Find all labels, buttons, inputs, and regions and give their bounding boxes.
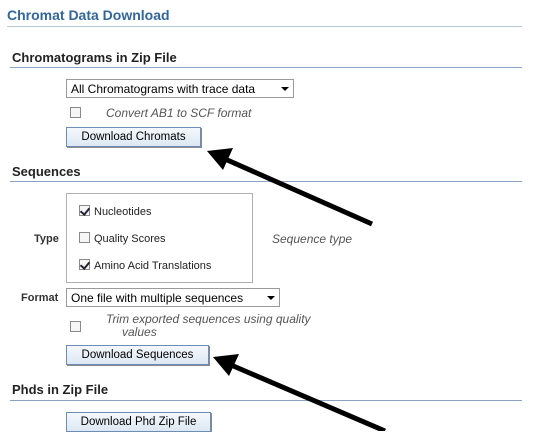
annotation-arrows: [207, 148, 386, 431]
arrow-icon: [213, 354, 386, 431]
arrow-icon: [207, 148, 374, 227]
